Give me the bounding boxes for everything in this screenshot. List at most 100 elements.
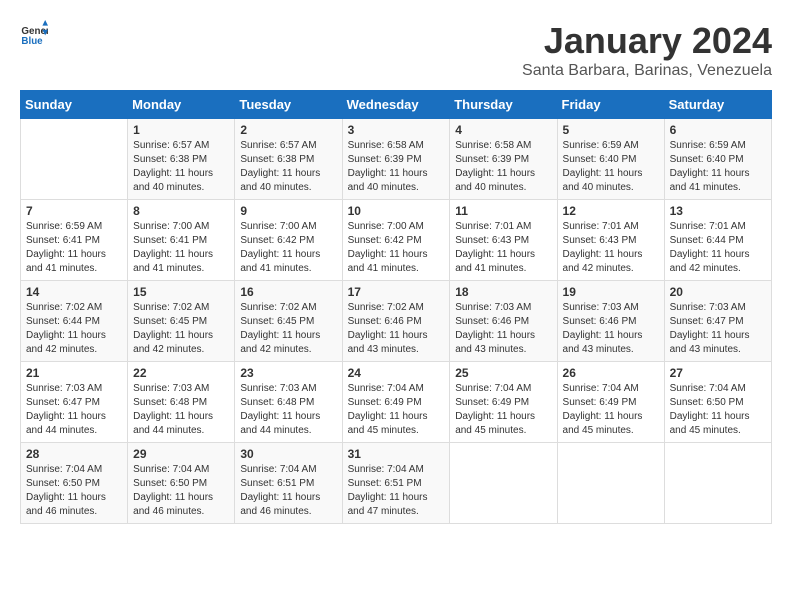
week-row-1: 1 Sunrise: 6:57 AM Sunset: 6:38 PM Daylig… [21,119,772,200]
day-info: Sunrise: 6:57 AM Sunset: 6:38 PM Dayligh… [133,139,229,195]
header: General Blue January 2024 Santa Barbara,… [20,20,772,80]
week-row-4: 21 Sunrise: 7:03 AM Sunset: 6:47 PM Dayli… [21,362,772,443]
day-number: 31 [348,447,445,461]
day-number: 27 [670,366,766,380]
calendar-cell: 23 Sunrise: 7:03 AM Sunset: 6:48 PM Dayli… [235,362,342,443]
calendar-cell: 15 Sunrise: 7:02 AM Sunset: 6:45 PM Dayli… [128,281,235,362]
day-info: Sunrise: 7:03 AM Sunset: 6:48 PM Dayligh… [240,382,336,438]
day-info: Sunrise: 7:04 AM Sunset: 6:50 PM Dayligh… [133,463,229,519]
day-header-wednesday: Wednesday [342,91,450,119]
calendar-cell: 16Sunrise: 7:02 AM Sunset: 6:45 PM Dayli… [235,281,342,362]
logo-icon: General Blue [20,20,48,48]
header-row: SundayMondayTuesdayWednesdayThursdayFrid… [21,91,772,119]
calendar-cell: 27 Sunrise: 7:04 AM Sunset: 6:50 PM Dayli… [664,362,771,443]
day-header-tuesday: Tuesday [235,91,342,119]
day-number: 9 [240,204,336,218]
calendar-cell [557,443,664,524]
calendar-cell: 22 Sunrise: 7:03 AM Sunset: 6:48 PM Dayli… [128,362,235,443]
calendar-cell: 17Sunrise: 7:02 AM Sunset: 6:46 PM Dayli… [342,281,450,362]
day-number: 3 [348,123,445,137]
title-section: January 2024 Santa Barbara, Barinas, Ven… [522,20,772,80]
day-number: 20 [670,285,766,299]
day-number: 7 [26,204,122,218]
day-info: Sunrise: 7:04 AM Sunset: 6:49 PM Dayligh… [455,382,551,438]
day-info: Sunrise: 6:58 AM Sunset: 6:39 PM Dayligh… [348,139,445,195]
calendar-cell [664,443,771,524]
day-number: 15 [133,285,229,299]
day-number: 8 [133,204,229,218]
day-number: 26 [563,366,659,380]
calendar-title: January 2024 [522,20,772,62]
svg-text:Blue: Blue [21,36,43,47]
day-header-sunday: Sunday [21,91,128,119]
day-info: Sunrise: 6:58 AM Sunset: 6:39 PM Dayligh… [455,139,551,195]
calendar-cell: 4 Sunrise: 6:58 AM Sunset: 6:39 PM Daylig… [450,119,557,200]
calendar-cell: 9 Sunrise: 7:00 AM Sunset: 6:42 PM Daylig… [235,200,342,281]
day-info: Sunrise: 6:59 AM Sunset: 6:40 PM Dayligh… [670,139,766,195]
day-header-saturday: Saturday [664,91,771,119]
day-number: 5 [563,123,659,137]
day-info: Sunrise: 7:00 AM Sunset: 6:42 PM Dayligh… [240,220,336,276]
day-info: Sunrise: 7:04 AM Sunset: 6:50 PM Dayligh… [670,382,766,438]
day-info: Sunrise: 7:04 AM Sunset: 6:51 PM Dayligh… [240,463,336,519]
day-info: Sunrise: 7:00 AM Sunset: 6:42 PM Dayligh… [348,220,445,276]
day-header-friday: Friday [557,91,664,119]
day-info: Sunrise: 6:59 AM Sunset: 6:41 PM Dayligh… [26,220,122,276]
day-info: Sunrise: 7:01 AM Sunset: 6:44 PM Dayligh… [670,220,766,276]
calendar-cell: 24 Sunrise: 7:04 AM Sunset: 6:49 PM Dayli… [342,362,450,443]
week-row-2: 7 Sunrise: 6:59 AM Sunset: 6:41 PM Daylig… [21,200,772,281]
calendar-cell [450,443,557,524]
calendar-cell: 30Sunrise: 7:04 AM Sunset: 6:51 PM Dayli… [235,443,342,524]
calendar-cell: 18Sunrise: 7:03 AM Sunset: 6:46 PM Dayli… [450,281,557,362]
calendar-cell: 29Sunrise: 7:04 AM Sunset: 6:50 PM Dayli… [128,443,235,524]
calendar-cell: 2Sunrise: 6:57 AM Sunset: 6:38 PM Daylig… [235,119,342,200]
calendar-cell: 6 Sunrise: 6:59 AM Sunset: 6:40 PM Daylig… [664,119,771,200]
day-info: Sunrise: 6:59 AM Sunset: 6:40 PM Dayligh… [563,139,659,195]
day-number: 1 [133,123,229,137]
day-number: 13 [670,204,766,218]
calendar-cell: 10 Sunrise: 7:00 AM Sunset: 6:42 PM Dayli… [342,200,450,281]
day-number: 28 [26,447,122,461]
day-info: Sunrise: 7:02 AM Sunset: 6:45 PM Dayligh… [133,301,229,357]
day-number: 22 [133,366,229,380]
calendar-cell: 13 Sunrise: 7:01 AM Sunset: 6:44 PM Dayli… [664,200,771,281]
day-number: 24 [348,366,445,380]
calendar-cell: 28 Sunrise: 7:04 AM Sunset: 6:50 PM Dayli… [21,443,128,524]
day-number: 18 [455,285,551,299]
day-number: 12 [563,204,659,218]
day-info: Sunrise: 7:02 AM Sunset: 6:45 PM Dayligh… [240,301,336,357]
calendar-cell: 5 Sunrise: 6:59 AM Sunset: 6:40 PM Daylig… [557,119,664,200]
day-number: 19 [563,285,659,299]
day-number: 11 [455,204,551,218]
calendar-cell: 19Sunrise: 7:03 AM Sunset: 6:46 PM Dayli… [557,281,664,362]
day-number: 23 [240,366,336,380]
day-number: 21 [26,366,122,380]
calendar-cell: 14Sunrise: 7:02 AM Sunset: 6:44 PM Dayli… [21,281,128,362]
calendar-cell: 12 Sunrise: 7:01 AM Sunset: 6:43 PM Dayli… [557,200,664,281]
day-header-monday: Monday [128,91,235,119]
day-number: 25 [455,366,551,380]
logo: General Blue [20,20,48,48]
day-number: 6 [670,123,766,137]
calendar-cell: 11 Sunrise: 7:01 AM Sunset: 6:43 PM Dayli… [450,200,557,281]
day-info: Sunrise: 7:01 AM Sunset: 6:43 PM Dayligh… [455,220,551,276]
calendar-cell: 8 Sunrise: 7:00 AM Sunset: 6:41 PM Daylig… [128,200,235,281]
calendar-subtitle: Santa Barbara, Barinas, Venezuela [522,62,772,80]
day-info: Sunrise: 7:03 AM Sunset: 6:47 PM Dayligh… [26,382,122,438]
calendar-cell [21,119,128,200]
day-info: Sunrise: 7:00 AM Sunset: 6:41 PM Dayligh… [133,220,229,276]
calendar-cell: 25 Sunrise: 7:04 AM Sunset: 6:49 PM Dayli… [450,362,557,443]
day-info: Sunrise: 7:04 AM Sunset: 6:49 PM Dayligh… [348,382,445,438]
day-info: Sunrise: 7:04 AM Sunset: 6:49 PM Dayligh… [563,382,659,438]
day-info: Sunrise: 6:57 AM Sunset: 6:38 PM Dayligh… [240,139,336,195]
day-number: 10 [348,204,445,218]
day-info: Sunrise: 7:02 AM Sunset: 6:46 PM Dayligh… [348,301,445,357]
day-header-thursday: Thursday [450,91,557,119]
calendar-cell: 1 Sunrise: 6:57 AM Sunset: 6:38 PM Daylig… [128,119,235,200]
day-info: Sunrise: 7:04 AM Sunset: 6:51 PM Dayligh… [348,463,445,519]
day-info: Sunrise: 7:04 AM Sunset: 6:50 PM Dayligh… [26,463,122,519]
day-info: Sunrise: 7:03 AM Sunset: 6:48 PM Dayligh… [133,382,229,438]
day-number: 4 [455,123,551,137]
calendar-cell: 21 Sunrise: 7:03 AM Sunset: 6:47 PM Dayli… [21,362,128,443]
day-info: Sunrise: 7:01 AM Sunset: 6:43 PM Dayligh… [563,220,659,276]
